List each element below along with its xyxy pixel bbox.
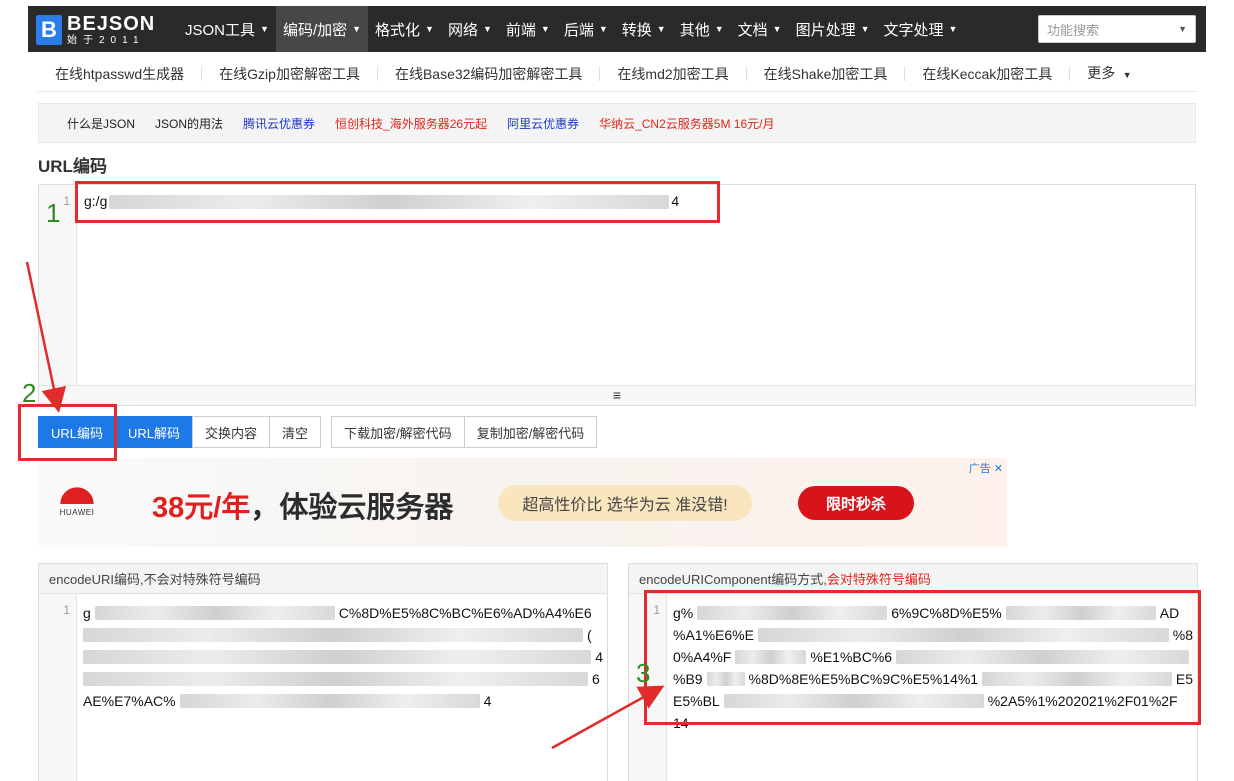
arrow-to-output (551, 685, 665, 750)
arrow-to-encode-button (25, 261, 67, 413)
annotation-arrows (25, 261, 665, 750)
